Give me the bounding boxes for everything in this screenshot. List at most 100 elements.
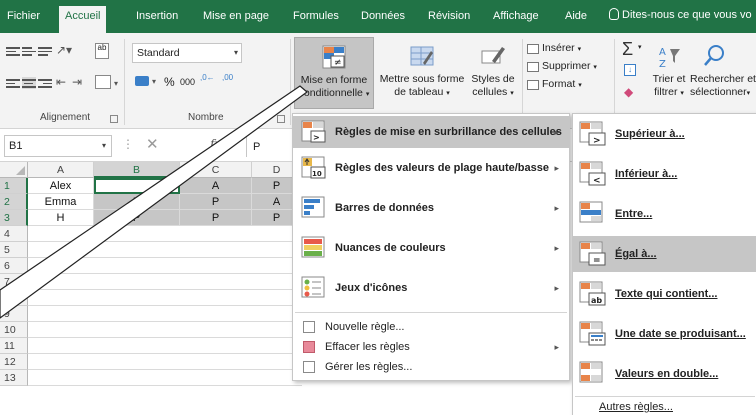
row-header[interactable]: 5	[0, 242, 28, 258]
cell-styles-button[interactable]: Styles de cellules ▾	[468, 43, 518, 109]
svg-text:>: >	[313, 133, 320, 142]
menu-item-color-scales[interactable]: Nuances de couleurs ▸	[293, 232, 569, 264]
cell-c1[interactable]: A	[180, 178, 252, 194]
cell-a3[interactable]: H	[28, 210, 94, 226]
row-header[interactable]: 10	[0, 322, 28, 338]
alignment-launcher-icon[interactable]	[110, 115, 118, 123]
tab-view[interactable]: Affichage	[493, 8, 539, 25]
chevron-right-icon: ▸	[554, 203, 559, 213]
menu-item-data-bars[interactable]: Barres de données ▸	[293, 192, 569, 224]
number-launcher-icon[interactable]	[277, 115, 285, 123]
autosum-icon[interactable]: Σ	[622, 39, 633, 60]
comma-style-button[interactable]: 000	[180, 77, 195, 87]
cancel-icon[interactable]: ✕	[146, 135, 159, 153]
svg-text:≠: ≠	[334, 58, 342, 68]
select-all-button[interactable]	[0, 162, 28, 178]
menu-item-new-rule[interactable]: Nouvelle règle...	[293, 317, 569, 337]
format-cells-icon[interactable]	[527, 80, 539, 90]
autosum-dropdown-icon[interactable]: ▾	[638, 43, 642, 51]
tab-formulas[interactable]: Formules	[293, 8, 339, 25]
menu-item-top-bottom-rules[interactable]: 10 Règles des valeurs de plage haute/bas…	[293, 152, 569, 184]
percent-style-button[interactable]: %	[164, 75, 175, 89]
row-header[interactable]: 11	[0, 338, 28, 354]
submenu-item-between[interactable]: Entre...	[573, 196, 756, 232]
align-right-icon[interactable]	[38, 77, 52, 89]
increase-indent-icon[interactable]: ⇥	[72, 75, 82, 89]
column-header-a[interactable]: A	[28, 162, 94, 178]
conditional-formatting-button[interactable]: ≠ Mise en forme conditionnelle ▾	[294, 37, 374, 109]
row-header[interactable]: 1	[0, 178, 28, 194]
column-header-c[interactable]: C	[180, 162, 252, 178]
empty-cells[interactable]	[28, 226, 302, 386]
row-header[interactable]: 12	[0, 354, 28, 370]
align-middle-icon[interactable]	[22, 45, 36, 57]
menu-item-highlight-cells-rules[interactable]: > Règles de mise en surbrillance des cel…	[293, 116, 569, 148]
cell-c3[interactable]: P	[180, 210, 252, 226]
chevron-down-icon: ▾	[233, 48, 238, 57]
align-left-icon[interactable]	[6, 77, 20, 89]
row-header[interactable]: 3	[0, 210, 28, 226]
tab-help[interactable]: Aide	[565, 8, 587, 25]
submenu-item-less-than[interactable]: < Inférieur à...	[573, 156, 756, 192]
clear-icon[interactable]: ◆	[624, 85, 633, 99]
cell-a2[interactable]: Emma	[28, 194, 94, 210]
increase-decimal-button[interactable]: ,0←	[200, 73, 215, 82]
insert-button[interactable]: Insérer ▾	[542, 42, 581, 54]
sort-filter-button[interactable]: AZ Trier et filtrer ▾	[650, 43, 688, 109]
find-select-button[interactable]: Rechercher et sélectionner▾	[690, 43, 756, 109]
tab-file[interactable]: Fichier	[7, 8, 40, 25]
tab-page-layout[interactable]: Mise en page	[203, 8, 269, 25]
data-bars-icon	[301, 196, 325, 218]
row-header[interactable]: 6	[0, 258, 28, 274]
delete-cells-icon[interactable]	[527, 62, 539, 72]
orientation-icon[interactable]: ↗▾	[56, 43, 72, 57]
decrease-decimal-button[interactable]: ,00	[222, 73, 233, 82]
insert-cells-icon[interactable]	[527, 44, 539, 54]
submenu-item-equal-to[interactable]: = Égal à...	[573, 236, 756, 272]
formula-input[interactable]: P	[246, 137, 296, 157]
row-header[interactable]: 8	[0, 290, 28, 306]
tab-review[interactable]: Révision	[428, 8, 470, 25]
insert-function-button[interactable]: fx	[210, 137, 221, 151]
menu-item-label: Gérer les règles...	[325, 361, 413, 373]
cell-b1[interactable]	[94, 178, 180, 194]
tab-data[interactable]: Données	[361, 8, 405, 25]
row-header[interactable]: 13	[0, 370, 28, 386]
accounting-dropdown-icon[interactable]: ▾	[152, 77, 156, 86]
menu-item-clear-rules[interactable]: Effacer les règles ▸	[293, 337, 569, 357]
format-button[interactable]: Format ▾	[542, 78, 582, 90]
submenu-item-duplicate-values[interactable]: Valeurs en double...	[573, 356, 756, 392]
row-header[interactable]: 7	[0, 274, 28, 290]
decrease-indent-icon[interactable]: ⇤	[56, 75, 66, 89]
row-header[interactable]: 2	[0, 194, 28, 210]
tab-home[interactable]: Accueil	[59, 6, 107, 33]
tell-me-box[interactable]: Dites-nous ce que vous vo	[609, 8, 752, 21]
merge-cells-icon[interactable]	[95, 75, 111, 89]
fill-icon[interactable]: ↓	[624, 64, 636, 76]
cell-a1[interactable]: Alex	[28, 178, 94, 194]
cell-b2[interactable]: P	[94, 194, 180, 210]
tab-insert[interactable]: Insertion	[136, 8, 178, 25]
column-header-b[interactable]: B	[94, 162, 180, 178]
menu-item-manage-rules[interactable]: Gérer les règles...	[293, 357, 569, 377]
delete-button[interactable]: Supprimer ▾	[542, 60, 597, 72]
row-header[interactable]: 4	[0, 226, 28, 242]
row-header[interactable]: 9	[0, 306, 28, 322]
align-bottom-icon[interactable]	[38, 45, 52, 57]
cell-b3[interactable]: P	[94, 210, 180, 226]
format-as-table-button[interactable]: Mettre sous forme de tableau ▾	[376, 43, 468, 109]
submenu-item-date-occurring[interactable]: Une date se produisant...	[573, 316, 756, 352]
submenu-item-greater-than[interactable]: > Supérieur à...	[573, 116, 756, 152]
menu-item-label: Nuances de couleurs	[335, 242, 446, 254]
wrap-text-icon[interactable]: ab	[95, 43, 109, 59]
accounting-format-icon[interactable]	[135, 76, 149, 86]
cell-c2[interactable]: P	[180, 194, 252, 210]
merge-dropdown-icon[interactable]: ▾	[114, 79, 118, 88]
align-top-icon[interactable]	[6, 45, 20, 57]
align-center-icon[interactable]	[22, 77, 36, 89]
menu-item-icon-sets[interactable]: Jeux d'icônes ▸	[293, 272, 569, 304]
submenu-item-text-contains[interactable]: ab Texte qui contient...	[573, 276, 756, 312]
number-format-combo[interactable]: Standard ▾	[132, 43, 242, 63]
name-box[interactable]: B1 ▾	[4, 135, 112, 157]
submenu-item-more-rules[interactable]: Autres règles...	[573, 398, 756, 415]
